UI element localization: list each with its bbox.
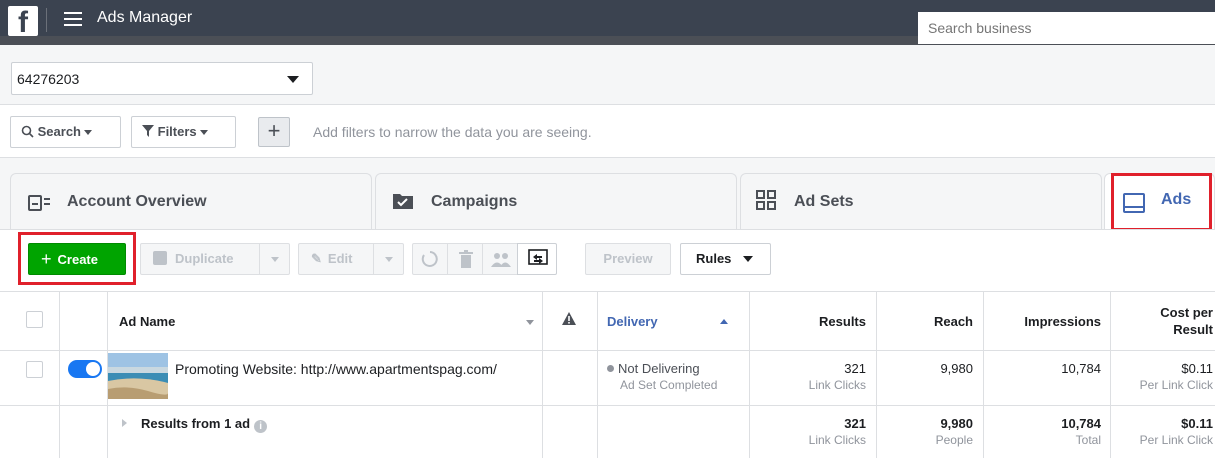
column-header-reach[interactable]: Reach (880, 314, 973, 329)
duplicate-dropdown[interactable] (259, 243, 290, 275)
cost-header-line2: Result (1173, 322, 1213, 337)
ad-thumbnail[interactable] (108, 353, 168, 399)
add-filter-button[interactable]: + (258, 117, 290, 147)
sort-ascending-icon[interactable] (720, 319, 728, 324)
column-divider (597, 291, 598, 458)
caret-down-icon (84, 130, 92, 136)
summary-impressions-unit: Total (1075, 433, 1101, 447)
row-divider (0, 350, 1215, 351)
caret-down-icon (271, 257, 279, 262)
tab-account-overview[interactable]: Account Overview (10, 173, 372, 229)
trash-icon (459, 250, 473, 268)
duplicate-icon (153, 251, 167, 265)
filter-funnel-icon (142, 125, 154, 137)
row-divider (0, 405, 1215, 406)
ab-test-button[interactable] (517, 243, 557, 275)
cost-header-line1: Cost per (1160, 305, 1213, 320)
delete-button[interactable] (447, 243, 483, 275)
column-divider (59, 291, 60, 458)
audience-button[interactable] (482, 243, 518, 275)
impressions-value: 10,784 (1061, 361, 1101, 376)
column-divider (876, 291, 877, 458)
info-icon[interactable]: i (254, 420, 268, 433)
summary-label: Results from 1 ad i (141, 416, 268, 433)
reach-value: 9,980 (940, 361, 973, 376)
filters-label: Filters (157, 124, 197, 139)
sort-caret-icon[interactable] (526, 320, 534, 325)
filter-hint: Add filters to narrow the data you are s… (313, 124, 592, 140)
undo-circle-icon (421, 251, 438, 267)
summary-reach-unit: People (935, 433, 973, 447)
summary-impressions: 10,784 (1061, 416, 1101, 431)
preview-button[interactable]: Preview (585, 243, 671, 275)
account-selector[interactable]: 64276203 (11, 62, 313, 95)
summary-results-unit: Link Clicks (808, 433, 866, 447)
tab-ad-sets[interactable]: Ad Sets (740, 173, 1102, 229)
summary-cost-unit: Per Link Click (1139, 433, 1213, 447)
column-header-cost-per-result[interactable]: Cost per Result (1120, 304, 1213, 338)
grid-icon (756, 190, 776, 210)
cost-value: $0.11 (1181, 361, 1213, 376)
summary-reach: 9,980 (940, 416, 973, 431)
row-divider (0, 291, 1215, 292)
account-id: 64276203 (17, 71, 80, 87)
summary-label-text: Results from 1 ad (141, 416, 251, 431)
column-header-results[interactable]: Results (760, 314, 866, 329)
highlight-create-button (18, 232, 136, 285)
people-icon (491, 253, 511, 267)
delivery-substatus: Ad Set Completed (620, 378, 718, 392)
column-header-delivery[interactable]: Delivery (607, 314, 658, 329)
rules-button[interactable]: Rules (680, 243, 771, 275)
expand-caret-icon[interactable] (122, 419, 127, 427)
cost-unit: Per Link Click (1139, 378, 1213, 392)
column-divider (749, 291, 750, 458)
search-label: Search (37, 124, 81, 139)
status-dot (607, 365, 614, 372)
chevron-down-icon (287, 76, 299, 83)
facebook-logo[interactable]: f (8, 6, 38, 36)
tab-label: Campaigns (431, 193, 518, 210)
select-all-checkbox[interactable] (26, 311, 43, 328)
header-divider (46, 8, 47, 32)
ab-test-icon (528, 249, 548, 265)
highlight-ads-tab (1111, 173, 1212, 231)
tab-campaigns[interactable]: Campaigns (375, 173, 737, 229)
delivery-status-text: Not Delivering (618, 361, 700, 376)
hamburger-menu-icon[interactable] (64, 12, 82, 26)
column-header-impressions[interactable]: Impressions (990, 314, 1101, 329)
results-value: 321 (844, 361, 866, 376)
account-overview-icon (28, 195, 50, 211)
discard-button[interactable] (412, 243, 448, 275)
edit-dropdown[interactable] (373, 243, 404, 275)
results-unit: Link Clicks (808, 378, 866, 392)
search-business-input[interactable] (918, 12, 1215, 44)
folder-check-icon (393, 194, 413, 209)
tab-label: Account Overview (67, 193, 207, 210)
column-divider (542, 291, 543, 458)
duplicate-button[interactable]: Duplicate (140, 243, 260, 275)
column-header-ad-name[interactable]: Ad Name (119, 314, 175, 329)
preview-label: Preview (603, 251, 653, 266)
pencil-icon: ✎ (311, 251, 322, 266)
search-button[interactable]: Search (10, 116, 121, 148)
row-checkbox[interactable] (26, 361, 43, 378)
chevron-down-icon (743, 256, 753, 262)
edit-button[interactable]: ✎ Edit (298, 243, 374, 275)
app-title: Ads Manager (97, 9, 193, 26)
summary-cost: $0.11 (1181, 416, 1213, 431)
rules-label: Rules (696, 251, 732, 266)
warning-icon (562, 312, 576, 325)
search-icon (21, 125, 34, 138)
delivery-status: Not Delivering (607, 361, 700, 376)
duplicate-label: Duplicate (175, 251, 234, 266)
caret-down-icon (199, 130, 208, 136)
tab-label: Ad Sets (794, 193, 854, 210)
filters-button[interactable]: Filters (131, 116, 236, 148)
column-divider (983, 291, 984, 458)
summary-results: 321 (844, 416, 866, 431)
edit-label: Edit (327, 251, 353, 266)
ad-name[interactable]: Promoting Website: http://www.apartments… (175, 361, 497, 377)
ad-status-toggle[interactable] (68, 360, 102, 378)
caret-down-icon (385, 257, 393, 262)
